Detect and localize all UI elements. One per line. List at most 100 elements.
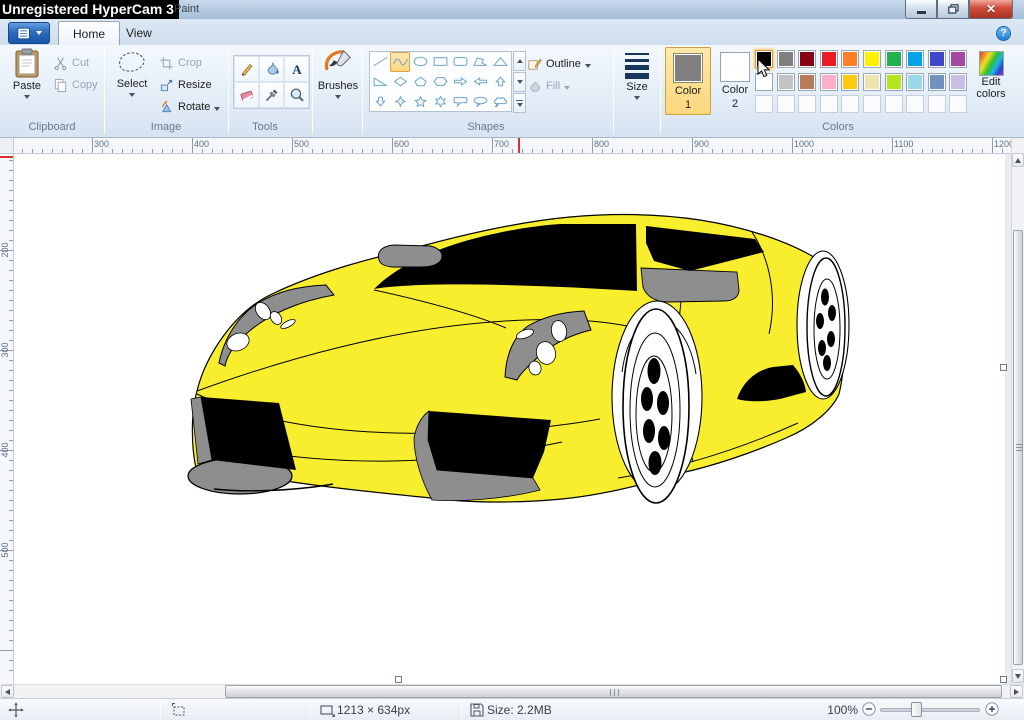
minimize-button[interactable]	[905, 0, 937, 19]
palette-swatch[interactable]	[841, 73, 859, 91]
shape-star-4[interactable]	[390, 91, 410, 111]
color2-swatch	[720, 52, 750, 82]
shape-curve[interactable]	[390, 52, 410, 72]
palette-empty-slot[interactable]	[863, 95, 881, 113]
shape-star-5[interactable]	[410, 91, 430, 111]
shape-triangle[interactable]	[491, 52, 511, 72]
palette-swatch[interactable]	[885, 73, 903, 91]
rotate-button[interactable]: Rotate	[159, 97, 220, 117]
palette-swatch[interactable]	[777, 73, 795, 91]
image-group-label: Image	[151, 121, 182, 133]
horizontal-scrollbar[interactable]	[0, 684, 1024, 698]
zoom-out-button[interactable]	[862, 702, 876, 716]
palette-swatch[interactable]	[820, 73, 838, 91]
shape-callout-cloud[interactable]	[491, 91, 511, 111]
help-icon[interactable]: ?	[996, 26, 1011, 41]
canvas-resize-handle-right[interactable]	[1000, 364, 1007, 371]
palette-empty-slot[interactable]	[906, 95, 924, 113]
shapes-scroll-down-button[interactable]	[513, 72, 526, 92]
palette-empty-slot[interactable]	[928, 95, 946, 113]
tool-magnifier[interactable]	[284, 82, 309, 108]
scroll-down-button[interactable]	[1012, 669, 1024, 683]
shape-rounded-rectangle[interactable]	[451, 52, 471, 72]
scroll-up-button[interactable]	[1012, 153, 1024, 167]
palette-swatch[interactable]	[906, 73, 924, 91]
shape-hexagon[interactable]	[430, 72, 450, 92]
tab-view[interactable]: View	[112, 21, 166, 45]
size-button[interactable]: Size	[618, 48, 656, 114]
outline-button[interactable]: Outline	[527, 54, 591, 74]
drawing-canvas[interactable]	[14, 154, 1011, 684]
shape-arrow-right[interactable]	[451, 72, 471, 92]
palette-empty-slot[interactable]	[841, 95, 859, 113]
palette-swatch[interactable]	[863, 50, 881, 68]
tool-pencil[interactable]	[234, 56, 259, 82]
crop-button[interactable]: Crop	[159, 53, 202, 73]
palette-empty-slot[interactable]	[820, 95, 838, 113]
shape-ellipse[interactable]	[410, 52, 430, 72]
shapes-scroll-up-button[interactable]	[513, 51, 526, 71]
tool-color-picker[interactable]	[259, 82, 284, 108]
palette-swatch[interactable]	[928, 50, 946, 68]
tool-fill-with-color[interactable]	[259, 56, 284, 82]
cut-button[interactable]: Cut	[53, 53, 89, 73]
resize-label: Resize	[178, 79, 212, 91]
shape-arrow-up[interactable]	[491, 72, 511, 92]
palette-empty-slot[interactable]	[798, 95, 816, 113]
shape-pentagon[interactable]	[410, 72, 430, 92]
palette-swatch[interactable]	[820, 50, 838, 68]
color2-button[interactable]: Color 2	[712, 47, 758, 115]
canvas-resize-handle-corner[interactable]	[1000, 676, 1007, 683]
cut-label: Cut	[72, 57, 89, 69]
tool-eraser[interactable]	[234, 82, 259, 108]
shape-line[interactable]	[370, 52, 390, 72]
restore-button[interactable]	[937, 0, 969, 19]
zoom-slider-track[interactable]	[880, 708, 980, 712]
horizontal-scroll-thumb[interactable]	[225, 685, 1002, 698]
tool-text[interactable]: A	[284, 56, 309, 82]
paint-menu-button[interactable]	[8, 22, 50, 44]
fill-button[interactable]: Fill	[527, 76, 570, 96]
shape-polygon[interactable]	[471, 52, 491, 72]
color1-button[interactable]: Color 1	[665, 47, 711, 115]
shape-star-6[interactable]	[430, 91, 450, 111]
palette-swatch[interactable]	[798, 50, 816, 68]
palette-swatch[interactable]	[841, 50, 859, 68]
palette-empty-slot[interactable]	[777, 95, 795, 113]
palette-empty-slot[interactable]	[885, 95, 903, 113]
tab-home[interactable]: Home	[58, 21, 120, 45]
palette-swatch[interactable]	[863, 73, 881, 91]
zoom-slider-thumb[interactable]	[911, 702, 922, 717]
brushes-button[interactable]: Brushes	[315, 48, 361, 114]
title-bar[interactable]: Unregistered HyperCam 3 Paint	[0, 0, 1024, 19]
shape-rectangle[interactable]	[430, 52, 450, 72]
canvas-resize-handle-bottom[interactable]	[395, 676, 402, 683]
text-icon: A	[289, 61, 305, 77]
shape-arrow-left[interactable]	[471, 72, 491, 92]
scroll-left-button[interactable]	[1, 685, 14, 698]
shape-diamond[interactable]	[390, 72, 410, 92]
palette-swatch[interactable]	[906, 50, 924, 68]
canvas-size-icon	[319, 702, 335, 718]
palette-swatch[interactable]	[885, 50, 903, 68]
vertical-scrollbar[interactable]	[1011, 138, 1024, 684]
scroll-right-button[interactable]	[1010, 685, 1023, 698]
zoom-in-button[interactable]	[985, 702, 999, 716]
resize-button[interactable]: Resize	[159, 75, 212, 95]
select-button[interactable]: Select	[110, 48, 154, 114]
shape-callout-rounded[interactable]	[451, 91, 471, 111]
shape-right-triangle[interactable]	[370, 72, 390, 92]
palette-swatch[interactable]	[928, 73, 946, 91]
edit-colors-button[interactable]: Edit colors	[964, 47, 1018, 117]
palette-empty-slot[interactable]	[755, 95, 773, 113]
shape-arrow-down[interactable]	[370, 91, 390, 111]
vertical-scroll-thumb[interactable]	[1013, 230, 1023, 665]
palette-swatch[interactable]	[777, 50, 795, 68]
shapes-more-button[interactable]	[513, 93, 526, 113]
copy-button[interactable]: Copy	[53, 75, 98, 95]
copy-label: Copy	[72, 79, 98, 91]
palette-swatch[interactable]	[798, 73, 816, 91]
close-button[interactable]: ✕	[969, 0, 1013, 19]
shape-callout-oval[interactable]	[471, 91, 491, 111]
paste-button[interactable]: Paste	[7, 48, 47, 114]
